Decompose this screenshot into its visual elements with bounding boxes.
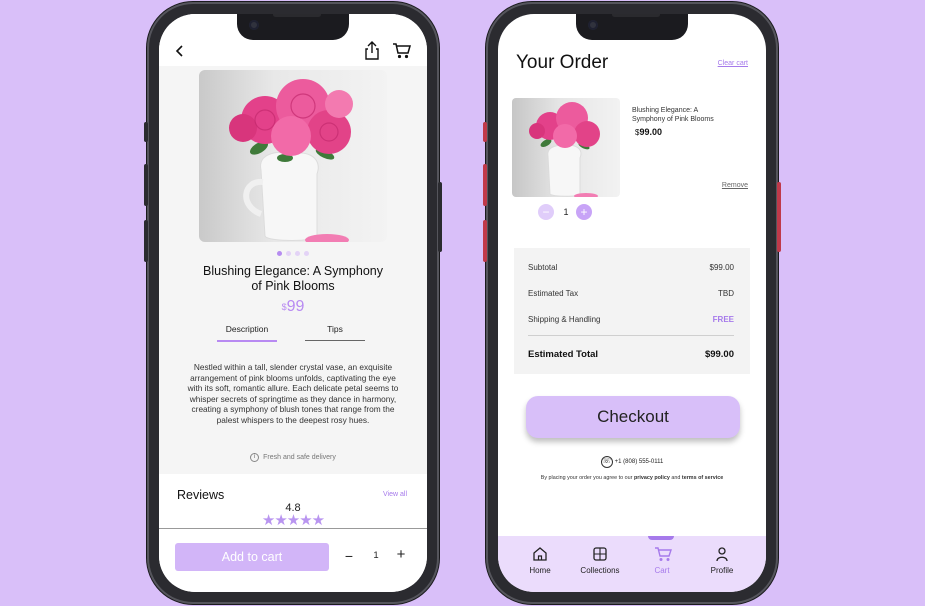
order-summary: Subtotal $99.00 Estimated Tax TBD Shipping… xyxy=(514,248,750,374)
side-button xyxy=(483,122,487,142)
back-icon[interactable] xyxy=(173,44,187,58)
nav-profile[interactable]: Profile xyxy=(694,546,750,575)
product-description: Nestled within a tall, slender crystal v… xyxy=(187,362,399,425)
purchase-bar: Add to cart − 1 + xyxy=(159,528,427,592)
checkout-button[interactable]: Checkout xyxy=(526,396,740,438)
quantity-decrease-button[interactable]: − xyxy=(538,204,554,220)
view-all-link[interactable]: View all xyxy=(383,491,407,498)
share-icon[interactable] xyxy=(363,40,381,60)
cart-icon[interactable] xyxy=(391,41,411,59)
tab-bar: Description Tips xyxy=(217,324,365,344)
active-tab-indicator xyxy=(648,536,674,540)
nav-cart[interactable]: Cart xyxy=(634,546,690,575)
side-button xyxy=(483,164,487,206)
quantity-value: 1 xyxy=(373,550,379,561)
side-button xyxy=(483,220,487,262)
order-screen: Your Order Clear cart Blushing Elegance:… xyxy=(498,14,766,592)
bottom-nav: Home Collections Cart Profile xyxy=(498,536,766,592)
side-button xyxy=(144,122,148,142)
star-rating: ★★★★★ xyxy=(261,512,325,529)
page-title: Your Order xyxy=(516,52,609,73)
quantity-decrease-button[interactable]: − xyxy=(343,548,355,564)
shipping-row: Shipping & Handling FREE xyxy=(528,315,734,324)
side-button xyxy=(144,164,148,206)
add-to-cart-button[interactable]: Add to cart xyxy=(175,543,329,571)
clear-cart-link[interactable]: Clear cart xyxy=(718,60,748,67)
delivery-note: i Fresh and safe delivery xyxy=(159,453,427,462)
collections-icon xyxy=(592,546,608,562)
subtotal-row: Subtotal $99.00 xyxy=(528,263,734,272)
tab-tips[interactable]: Tips xyxy=(305,324,365,341)
privacy-policy-link[interactable]: privacy policy xyxy=(634,475,670,481)
side-button xyxy=(144,220,148,262)
nav-collections[interactable]: Collections xyxy=(572,546,628,575)
product-price: $99 xyxy=(281,298,305,315)
reviews-title: Reviews xyxy=(177,488,225,502)
profile-icon xyxy=(714,546,730,562)
item-price: $99.00 xyxy=(635,127,662,137)
terms-of-service-link[interactable]: terms of service xyxy=(682,475,723,481)
cart-icon xyxy=(654,546,672,562)
legal-notice: By placing your order you agree to our p… xyxy=(540,475,724,481)
product-image[interactable] xyxy=(199,70,387,242)
product-screen: Blushing Elegance: A Symphony of Pink Bl… xyxy=(159,14,427,592)
carousel-dots[interactable] xyxy=(277,251,309,256)
home-icon xyxy=(532,546,548,562)
total-row: Estimated Total $99.00 xyxy=(528,349,734,360)
side-button xyxy=(438,182,442,252)
product-details: Blushing Elegance: A Symphony of Pink Bl… xyxy=(159,66,427,474)
phone-order: Your Order Clear cart Blushing Elegance:… xyxy=(483,2,781,604)
info-icon: i xyxy=(250,453,260,462)
reviews-section: Reviews View all 4.8 ★★★★★ xyxy=(159,474,427,530)
quantity-increase-button[interactable]: + xyxy=(576,204,592,220)
notch xyxy=(237,14,349,40)
support-phone[interactable]: ☏ +1 (808) 555-0111 xyxy=(498,456,766,468)
item-name: Blushing Elegance: A Symphony of Pink Bl… xyxy=(632,107,714,123)
item-quantity: 1 xyxy=(563,207,569,217)
tab-description[interactable]: Description xyxy=(217,324,277,342)
phone-icon: ☏ xyxy=(600,456,613,468)
remove-item-link[interactable]: Remove xyxy=(722,182,748,189)
tax-row: Estimated Tax TBD xyxy=(528,289,734,298)
side-button xyxy=(777,182,781,252)
item-thumbnail xyxy=(512,98,620,197)
divider xyxy=(528,335,734,336)
nav-home[interactable]: Home xyxy=(512,546,568,575)
quantity-increase-button[interactable]: + xyxy=(395,547,407,563)
product-title: Blushing Elegance: A Symphony of Pink Bl… xyxy=(203,264,383,293)
notch xyxy=(576,14,688,40)
phone-product-detail: Blushing Elegance: A Symphony of Pink Bl… xyxy=(144,2,442,604)
